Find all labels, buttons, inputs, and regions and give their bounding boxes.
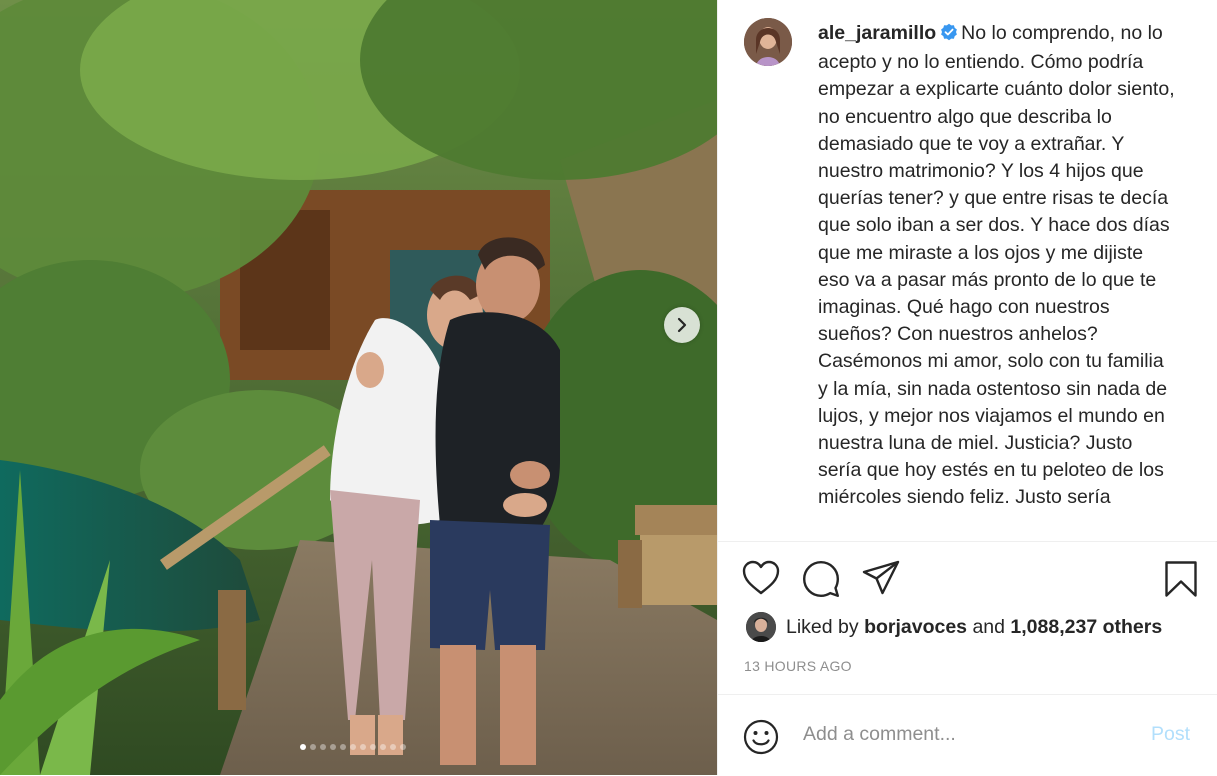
post-caption: ale_jaramillo No lo comprendo, no lo acep… (818, 20, 1178, 512)
chevron-right-icon (677, 317, 687, 333)
verified-badge-icon (940, 22, 958, 49)
post-comment-button[interactable]: Post (1151, 723, 1190, 746)
likes-count[interactable]: 1,088,237 others (1010, 616, 1162, 639)
liker-username[interactable]: borjavoces (864, 616, 967, 639)
likes-summary: Liked by borjavoces and 1,088,237 others (746, 612, 1162, 642)
carousel-dot (379, 744, 386, 750)
post-timestamp[interactable]: 13 HOURS AGO (744, 658, 852, 674)
post-photo-image (0, 0, 717, 775)
liker-avatar[interactable] (746, 612, 776, 642)
post-sidebar: ale_jaramillo No lo comprendo, no lo acep… (717, 0, 1217, 775)
paper-plane-icon[interactable] (862, 560, 900, 601)
carousel-dot (309, 744, 316, 750)
carousel-dot (329, 744, 336, 750)
carousel-dot (299, 744, 306, 750)
author-avatar[interactable] (744, 18, 792, 66)
caption-area: ale_jaramillo No lo comprendo, no lo acep… (718, 0, 1217, 541)
carousel-dot (389, 744, 396, 750)
likes-connector: and (972, 615, 1005, 638)
next-slide-button[interactable] (664, 307, 700, 343)
carousel-dot (319, 744, 326, 750)
avatar-image (744, 18, 792, 66)
bookmark-icon[interactable] (1164, 560, 1198, 603)
carousel-dot (399, 744, 406, 750)
comment-input[interactable]: Add a comment... (803, 723, 956, 746)
carousel-dot (359, 744, 366, 750)
likes-prefix: Liked by (786, 615, 859, 638)
carousel-dot (369, 744, 376, 750)
smiley-icon[interactable] (743, 719, 779, 760)
action-bar (718, 541, 1217, 622)
caption-text: No lo comprendo, no lo acepto y no lo en… (818, 22, 1175, 509)
carousel-dot (349, 744, 356, 750)
comment-icon[interactable] (802, 560, 840, 603)
carousel-dot (339, 744, 346, 750)
comment-composer: Add a comment... Post (718, 694, 1217, 776)
carousel-indicator (0, 744, 711, 750)
author-username[interactable]: ale_jaramillo (818, 22, 936, 44)
post-photo[interactable] (0, 0, 717, 775)
heart-icon[interactable] (742, 560, 780, 601)
